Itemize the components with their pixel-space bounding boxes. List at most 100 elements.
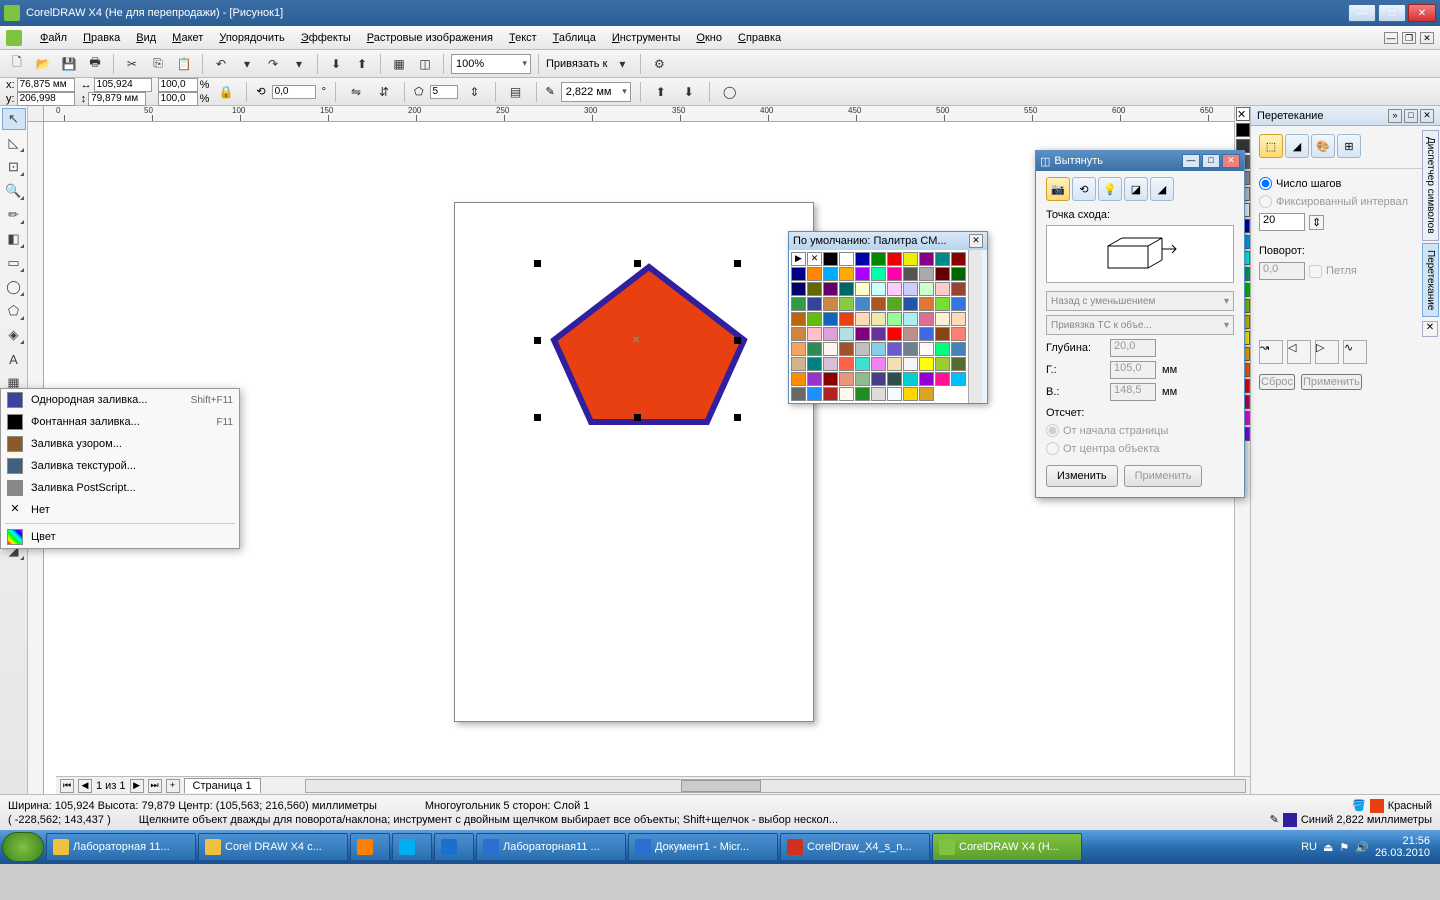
clock-date[interactable]: 26.03.2010 [1375, 847, 1430, 859]
pos-y-field[interactable]: 206,998 мм [17, 92, 75, 106]
rectangle-tool[interactable]: ▭ [2, 252, 26, 274]
save-button[interactable]: 💾 [58, 53, 80, 75]
palette-swatch[interactable] [807, 267, 822, 281]
palette-swatch[interactable] [887, 342, 902, 356]
text-tool[interactable]: A [2, 348, 26, 370]
palette-swatch[interactable] [919, 387, 934, 401]
palette-swatch[interactable] [935, 267, 950, 281]
flyout-item[interactable]: Заливка PostScript... [1, 477, 239, 499]
palette-swatch[interactable] [919, 372, 934, 386]
palette-swatch[interactable] [935, 342, 950, 356]
menu-view[interactable]: Вид [128, 29, 164, 47]
outline-color-swatch[interactable] [1283, 813, 1297, 827]
redo-drop-button[interactable]: ▾ [288, 53, 310, 75]
palette-swatch[interactable] [871, 312, 886, 326]
interval-radio[interactable] [1259, 195, 1272, 208]
palette-swatch[interactable] [807, 387, 822, 401]
palette-swatch[interactable] [951, 252, 966, 266]
palette-swatch[interactable] [887, 372, 902, 386]
menu-tools[interactable]: Инструменты [604, 29, 689, 47]
palette-swatch[interactable] [871, 342, 886, 356]
page-first-button[interactable]: ⏮ [60, 779, 74, 793]
palette-swatch[interactable] [823, 387, 838, 401]
taskbar-item[interactable] [350, 833, 390, 861]
page-last-button[interactable]: ⏭ [148, 779, 162, 793]
palette-swatch[interactable] [823, 327, 838, 341]
palette-swatch[interactable] [791, 282, 806, 296]
palette-swatch[interactable] [855, 252, 870, 266]
freehand-tool[interactable]: ✏ [2, 204, 26, 226]
palette-swatch[interactable] [903, 372, 918, 386]
app-launcher-button[interactable]: ▦ [388, 53, 410, 75]
palette-swatch[interactable] [807, 312, 822, 326]
palette-swatch[interactable] [919, 267, 934, 281]
taskbar-item[interactable]: Corel DRAW X4 с... [198, 833, 348, 861]
palette-swatch[interactable] [887, 252, 902, 266]
sel-handle-tc[interactable] [634, 260, 641, 267]
sel-handle-bl[interactable] [534, 414, 541, 421]
ellipse-tool[interactable]: ◯ [2, 276, 26, 298]
palette-titlebar[interactable]: По умолчанию: Палитра СМ... ✕ [789, 232, 987, 250]
import-button[interactable]: ⬇ [325, 53, 347, 75]
paste-button[interactable]: 📋 [173, 53, 195, 75]
horizontal-ruler[interactable]: миллиметры 05010015020025030035040045050… [44, 106, 1440, 122]
palette-swatch[interactable] [823, 252, 838, 266]
sel-center-marker[interactable]: ✕ [632, 335, 640, 343]
undo-button[interactable]: ↶ [210, 53, 232, 75]
menu-arrange[interactable]: Упорядочить [211, 29, 292, 47]
sel-handle-tl[interactable] [534, 260, 541, 267]
extrude-tab-color[interactable]: ◪ [1124, 177, 1148, 201]
shape-tool[interactable]: ◺ [2, 132, 26, 154]
taskbar-item[interactable]: CorelDRAW X4 (Н... [932, 833, 1082, 861]
palette-swatch[interactable] [935, 357, 950, 371]
extrude-tab-bevel[interactable]: ◢ [1150, 177, 1174, 201]
menu-table[interactable]: Таблица [545, 29, 604, 47]
steps-field[interactable]: 20 [1259, 213, 1305, 231]
palette-swatch[interactable] [871, 327, 886, 341]
palette-swatch[interactable] [871, 252, 886, 266]
taskbar-item[interactable] [392, 833, 432, 861]
flyout-item[interactable]: Заливка текстурой... [1, 455, 239, 477]
palette-swatch[interactable] [839, 297, 854, 311]
palette-swatch[interactable] [839, 372, 854, 386]
palette-swatch[interactable] [855, 327, 870, 341]
blend-split-button[interactable]: ∿ [1343, 340, 1367, 364]
menu-window[interactable]: Окно [688, 29, 730, 47]
zoom-tool[interactable]: 🔍 [2, 180, 26, 202]
palette-swatch[interactable] [855, 312, 870, 326]
color-palette-window[interactable]: По умолчанию: Палитра СМ... ✕ ▶✕ [788, 231, 988, 404]
palette-swatch[interactable] [871, 297, 886, 311]
docker-collapse-button[interactable]: » [1388, 109, 1402, 123]
sides-spinner[interactable]: ⇕ [464, 81, 486, 103]
no-color-swatch[interactable]: ✕ [1236, 107, 1250, 121]
palette-swatch[interactable] [871, 267, 886, 281]
menu-text[interactable]: Текст [501, 29, 545, 47]
palette-swatch[interactable] [951, 372, 966, 386]
palette-swatch[interactable] [951, 282, 966, 296]
polygon-shape[interactable] [544, 262, 754, 432]
steps-radio[interactable] [1259, 177, 1272, 190]
blend-steps-tab[interactable]: ⬚ [1259, 134, 1283, 158]
palette-swatch[interactable] [855, 282, 870, 296]
palette-swatch[interactable] [839, 327, 854, 341]
page-add-button[interactable]: + [166, 779, 180, 793]
taskbar-item[interactable] [434, 833, 474, 861]
basic-shapes-tool[interactable]: ◈ [2, 324, 26, 346]
palette-swatch[interactable] [871, 357, 886, 371]
convert-curves-button[interactable]: ◯ [719, 81, 741, 103]
mirror-v-button[interactable]: ⇵ [373, 81, 395, 103]
language-indicator[interactable]: RU [1301, 841, 1317, 853]
palette-swatch[interactable] [855, 267, 870, 281]
lock-ratio-button[interactable]: 🔒 [215, 81, 237, 103]
blend-accel-tab[interactable]: ◢ [1285, 134, 1309, 158]
palette-swatch[interactable] [807, 342, 822, 356]
palette-swatch[interactable] [855, 297, 870, 311]
extrude-titlebar[interactable]: ◫ Вытянуть — □ ✕ [1036, 151, 1244, 171]
palette-swatch[interactable] [871, 372, 886, 386]
palette-swatch[interactable] [823, 357, 838, 371]
palette-swatch[interactable] [887, 312, 902, 326]
crop-tool[interactable]: ⊡ [2, 156, 26, 178]
palette-swatch[interactable] [791, 342, 806, 356]
blend-end-button[interactable]: ▷ [1315, 340, 1339, 364]
extrude-close-button[interactable]: ✕ [1222, 154, 1240, 168]
